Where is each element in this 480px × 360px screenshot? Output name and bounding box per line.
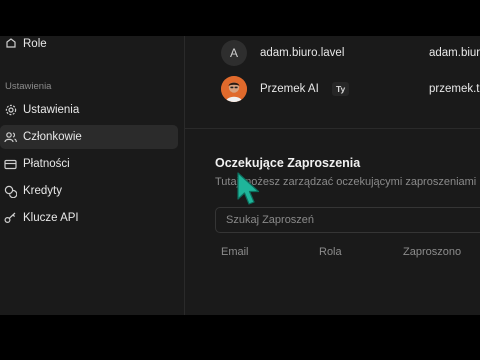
coins-icon	[4, 185, 17, 198]
sidebar-item-label: Role	[23, 38, 47, 50]
sidebar-item-payments[interactable]: Płatności	[0, 152, 178, 176]
users-icon	[4, 131, 17, 144]
roles-icon	[4, 38, 17, 51]
key-icon	[4, 212, 17, 225]
member-name: adam.biuro.lavel	[260, 47, 345, 59]
member-name: Przemek AI	[260, 83, 319, 95]
sidebar-item-settings[interactable]: Ustawienia	[0, 98, 178, 122]
sidebar-item-label: Płatności	[23, 158, 70, 170]
member-email: przemek.t	[429, 83, 480, 95]
member-email: adam.biuro.	[429, 47, 480, 59]
sidebar-item-role[interactable]: Role	[0, 36, 178, 56]
column-header-role[interactable]: Rola	[319, 246, 342, 258]
gear-icon	[4, 104, 17, 117]
avatar: A	[221, 40, 247, 66]
column-header-email[interactable]: Email	[221, 246, 249, 258]
sidebar-item-members[interactable]: Członkowie	[0, 125, 178, 149]
member-row[interactable]: A adam.biuro.lavel adam.biuro.	[185, 38, 480, 68]
credit-card-icon	[4, 158, 17, 171]
sidebar-item-credits[interactable]: Kredyty	[0, 179, 178, 203]
main-content: A adam.biuro.lavel adam.biuro. Przemek A…	[185, 36, 480, 315]
you-badge: Ty	[332, 82, 350, 96]
invitations-search[interactable]	[215, 207, 480, 233]
section-divider	[185, 128, 480, 129]
member-row[interactable]: Przemek AI Ty przemek.t	[185, 74, 480, 104]
sidebar-item-api-keys[interactable]: Klucze API	[0, 206, 178, 230]
mouse-cursor-icon	[237, 172, 260, 205]
avatar-photo-icon	[221, 76, 247, 102]
sidebar-item-label: Ustawienia	[23, 104, 80, 116]
sidebar-section-label: Ustawienia	[5, 81, 52, 92]
invitations-title: Oczekujące Zaproszenia	[215, 156, 361, 170]
sidebar-item-label: Kredyty	[23, 185, 62, 197]
search-input[interactable]	[216, 208, 480, 232]
members-list: A adam.biuro.lavel adam.biuro. Przemek A…	[185, 36, 480, 124]
sidebar: Role Ustawienia Ustawienia Członkowie Pł…	[0, 36, 185, 315]
column-header-invited[interactable]: Zaproszono	[403, 246, 461, 258]
avatar	[221, 76, 247, 102]
sidebar-item-label: Klucze API	[23, 212, 79, 224]
sidebar-item-label: Członkowie	[23, 131, 82, 143]
